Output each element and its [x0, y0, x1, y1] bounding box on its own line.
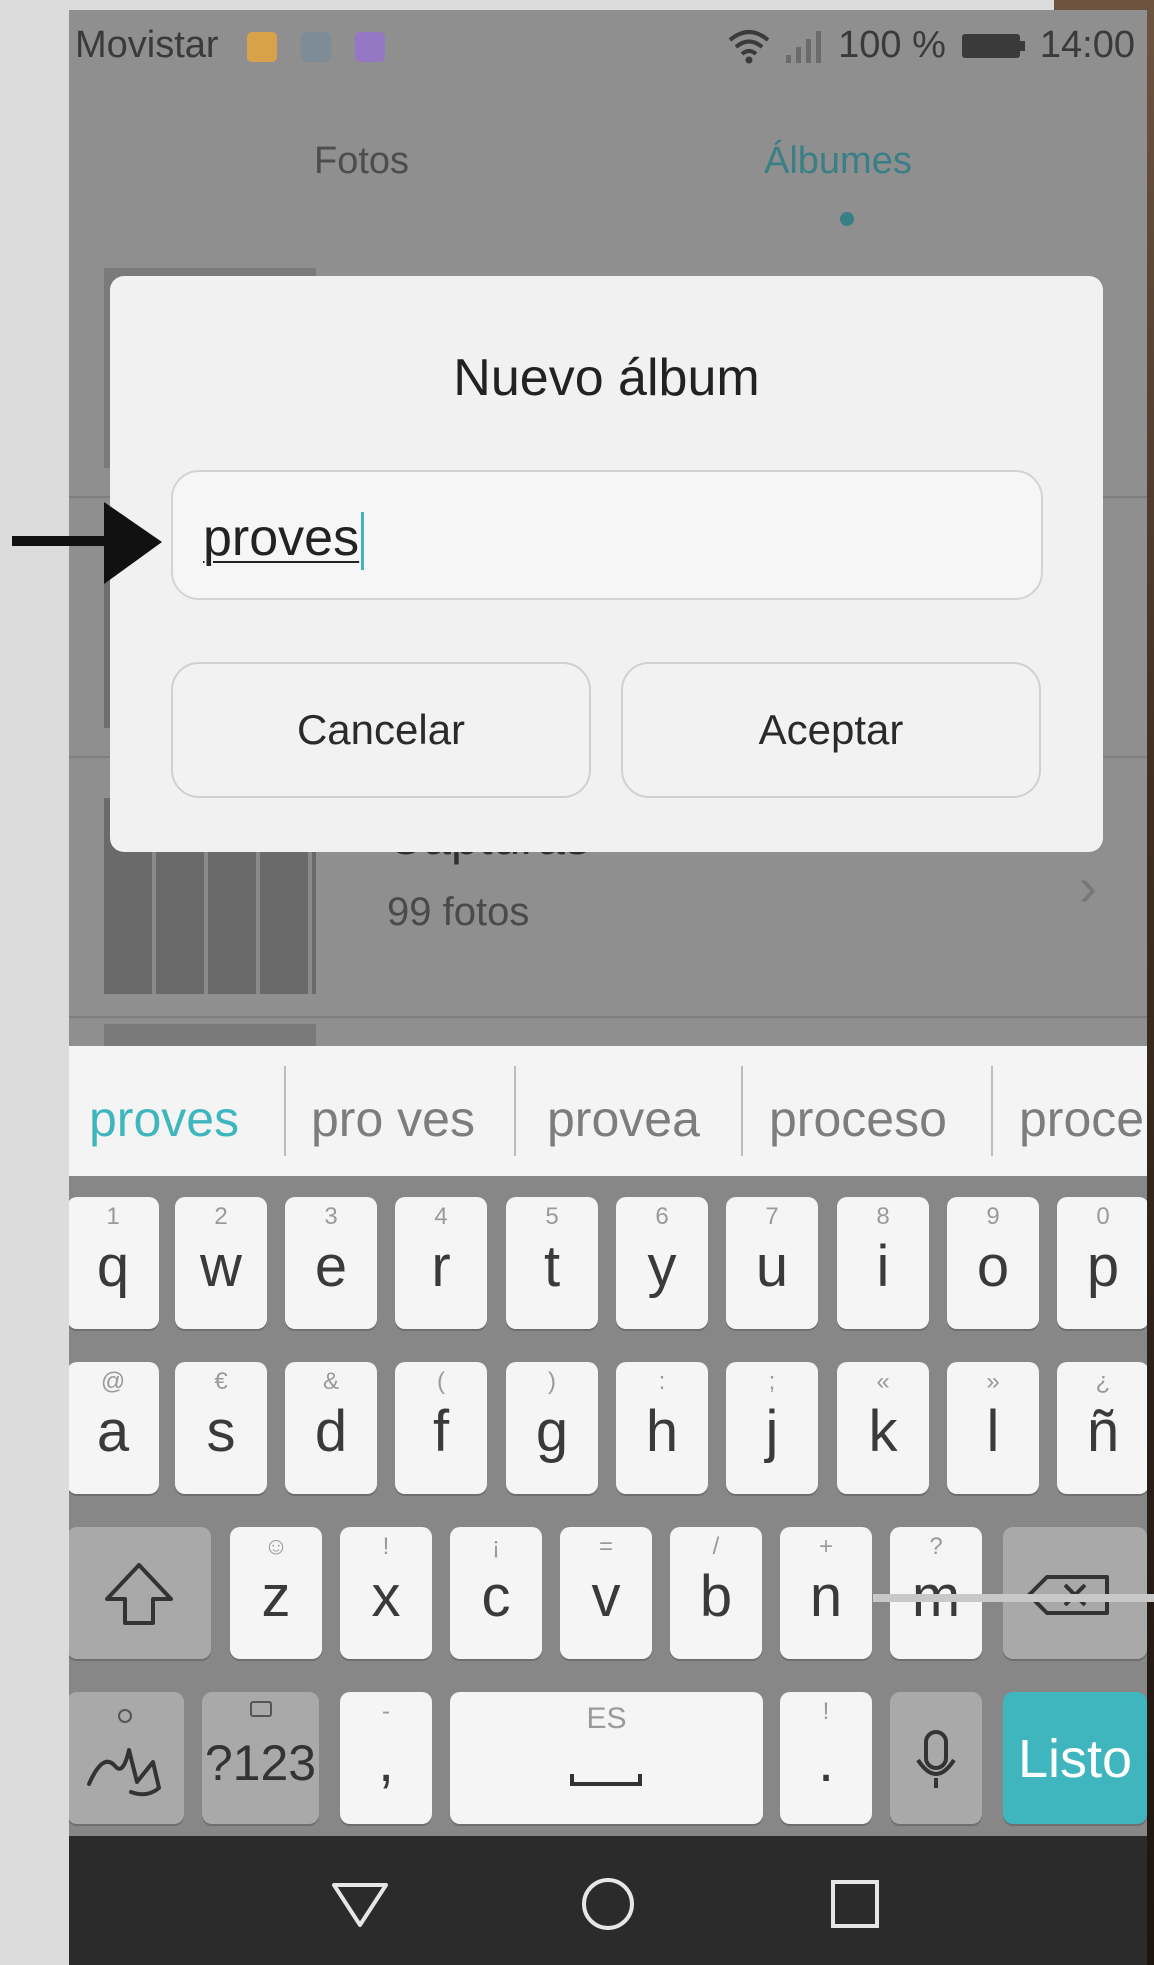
text-cursor — [361, 512, 365, 571]
annotation-line — [873, 1594, 1154, 1602]
suggestion-item[interactable]: proce — [1019, 1090, 1144, 1148]
shift-arrow-icon — [105, 1563, 173, 1625]
suggestion-item[interactable]: pro ves — [311, 1090, 475, 1148]
message-notif-icon — [355, 32, 385, 62]
battery-icon — [961, 33, 1025, 58]
key-j[interactable]: ; j — [726, 1362, 818, 1494]
key-e[interactable]: 3e — [285, 1197, 377, 1329]
handwriting-gesture-icon — [87, 1709, 161, 1797]
signal-icon — [786, 30, 822, 63]
symbols-key[interactable]: ?123 — [202, 1692, 319, 1824]
key-f[interactable]: (f — [395, 1362, 487, 1494]
key-b[interactable]: / b — [670, 1527, 762, 1659]
suggestion-divider — [741, 1066, 743, 1156]
key-i[interactable]: 8i — [837, 1197, 929, 1329]
album-name-input[interactable]: proves — [171, 470, 1043, 600]
soft-keyboard: 1q 2w 3e 4r 5t 6y 7u 8i 9o 0p @ a € s & d (… — [69, 1176, 1147, 1836]
clock: 14:00 — [1039, 24, 1135, 66]
suggestion-divider — [284, 1066, 286, 1156]
album-count: 99 fotos — [387, 890, 530, 934]
home-circle-icon — [582, 1878, 634, 1930]
key-v[interactable]: = v — [560, 1527, 652, 1659]
battery-percent: 100 % — [838, 24, 946, 66]
album-name-input-value: proves — [203, 508, 365, 571]
suggestion-item[interactable]: proceso — [769, 1090, 947, 1148]
tab-albumes[interactable]: Álbumes — [764, 140, 912, 183]
backspace-icon — [1027, 1575, 1109, 1615]
suggestion-item[interactable]: proves — [89, 1090, 239, 1148]
key-y[interactable]: 6y — [616, 1197, 708, 1329]
key-u[interactable]: 7u — [726, 1197, 818, 1329]
comma-key[interactable]: -, — [340, 1692, 432, 1824]
back-triangle-icon — [332, 1883, 388, 1927]
status-bar: Movistar 100 % 14:00 — [69, 10, 1147, 90]
recents-square-icon — [831, 1880, 879, 1928]
key-t[interactable]: 5t — [506, 1197, 598, 1329]
keyboard-notif-icon — [247, 32, 277, 62]
suggestion-item[interactable]: provea — [547, 1090, 700, 1148]
space-key[interactable]: ES — [450, 1692, 763, 1824]
active-tab-indicator — [840, 212, 854, 226]
key-w[interactable]: 2w — [175, 1197, 267, 1329]
key-h[interactable]: :h — [616, 1362, 708, 1494]
new-album-dialog: Nuevo álbum proves Cancelar Aceptar — [110, 276, 1103, 852]
chevron-right-icon: › — [1079, 857, 1097, 917]
key-m[interactable]: ? m — [890, 1527, 982, 1659]
key-c[interactable]: ¡ c — [450, 1527, 542, 1659]
home-button[interactable] — [566, 1862, 650, 1946]
image-notif-icon — [301, 32, 331, 62]
shift-key[interactable] — [69, 1527, 211, 1659]
wifi-icon — [728, 29, 770, 63]
suggestion-divider — [514, 1066, 516, 1156]
space-bar-icon — [570, 1774, 642, 1786]
key-x[interactable]: ! x — [340, 1527, 432, 1659]
key-n-tilde[interactable]: ¿ ñ — [1057, 1362, 1147, 1494]
dialog-title: Nuevo álbum — [453, 349, 760, 407]
key-l[interactable]: » l — [947, 1362, 1039, 1494]
key-q[interactable]: 1q — [69, 1197, 159, 1329]
key-p[interactable]: 0p — [1057, 1197, 1147, 1329]
tab-fotos[interactable]: Fotos — [314, 140, 409, 183]
key-a[interactable]: @ a — [69, 1362, 159, 1494]
period-key[interactable]: !. — [780, 1692, 872, 1824]
done-key[interactable]: Listo — [1003, 1692, 1147, 1824]
phone-screen: Movistar 100 % 14:00 Fotos Álbumes 99 fo… — [69, 10, 1147, 1965]
suggestion-divider — [991, 1066, 993, 1156]
key-o[interactable]: 9o — [947, 1197, 1039, 1329]
back-button[interactable] — [318, 1862, 402, 1946]
key-n[interactable]: + n — [780, 1527, 872, 1659]
left-margin — [0, 0, 69, 1965]
key-k[interactable]: «k — [837, 1362, 929, 1494]
voice-input-key[interactable] — [890, 1692, 982, 1824]
key-d[interactable]: & d — [285, 1362, 377, 1494]
annotation-arrow-icon — [12, 502, 162, 584]
key-g[interactable]: ) g — [506, 1362, 598, 1494]
suggestion-strip: proves pro ves provea proceso proce — [69, 1046, 1147, 1176]
microphone-icon — [916, 1730, 956, 1788]
key-r[interactable]: 4r — [395, 1197, 487, 1329]
accept-button[interactable]: Aceptar — [621, 662, 1041, 798]
key-z[interactable]: ☺ z — [230, 1527, 322, 1659]
carrier-label: Movistar — [75, 24, 219, 66]
cancel-button[interactable]: Cancelar — [171, 662, 591, 798]
handwriting-key[interactable] — [69, 1692, 184, 1824]
gallery-tabs: Fotos Álbumes — [69, 90, 1147, 240]
backspace-key[interactable] — [1003, 1527, 1147, 1659]
key-s[interactable]: € s — [175, 1362, 267, 1494]
recents-button[interactable] — [813, 1862, 897, 1946]
keyboard-switch-icon — [250, 1701, 272, 1717]
navigation-bar — [69, 1836, 1147, 1965]
